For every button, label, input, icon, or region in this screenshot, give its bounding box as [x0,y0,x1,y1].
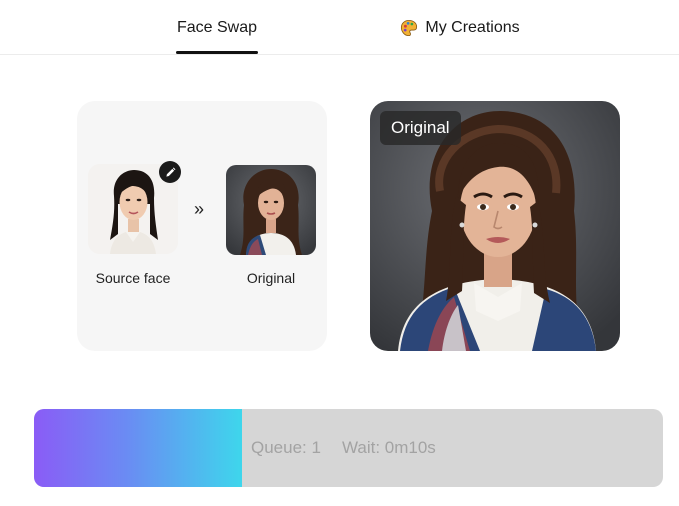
original-thumbnail[interactable] [226,165,316,255]
preview-image-card: Original [370,101,620,351]
queue-status: Queue: 1 Wait: 0m10s [251,409,457,487]
tab-face-swap-label: Face Swap [176,18,258,36]
wait-time: Wait: 0m10s [341,438,436,457]
pencil-icon [165,167,175,177]
face-swap-page: Face Swap My Creations » Source face Ori… [0,0,679,506]
swap-arrow-icon: » [194,199,205,219]
queue-progress-bar: Queue: 1 Wait: 0m10s [34,409,663,487]
queue-position: Queue: 1 [251,438,321,457]
tab-my-creations[interactable]: My Creations [392,0,528,55]
source-face-label: Source face [95,270,171,286]
tab-face-swap[interactable]: Face Swap [168,0,266,55]
edit-source-button[interactable] [159,161,181,183]
active-tab-indicator [176,51,258,54]
tab-my-creations-label: My Creations [425,18,520,36]
palette-icon [401,19,418,36]
progress-fill [34,409,242,487]
tab-bar: Face Swap My Creations [0,0,679,55]
original-thumbnail-image [226,165,316,255]
swap-input-card: » Source face Original [77,101,327,351]
original-label: Original [246,270,296,286]
original-badge: Original [380,111,461,145]
